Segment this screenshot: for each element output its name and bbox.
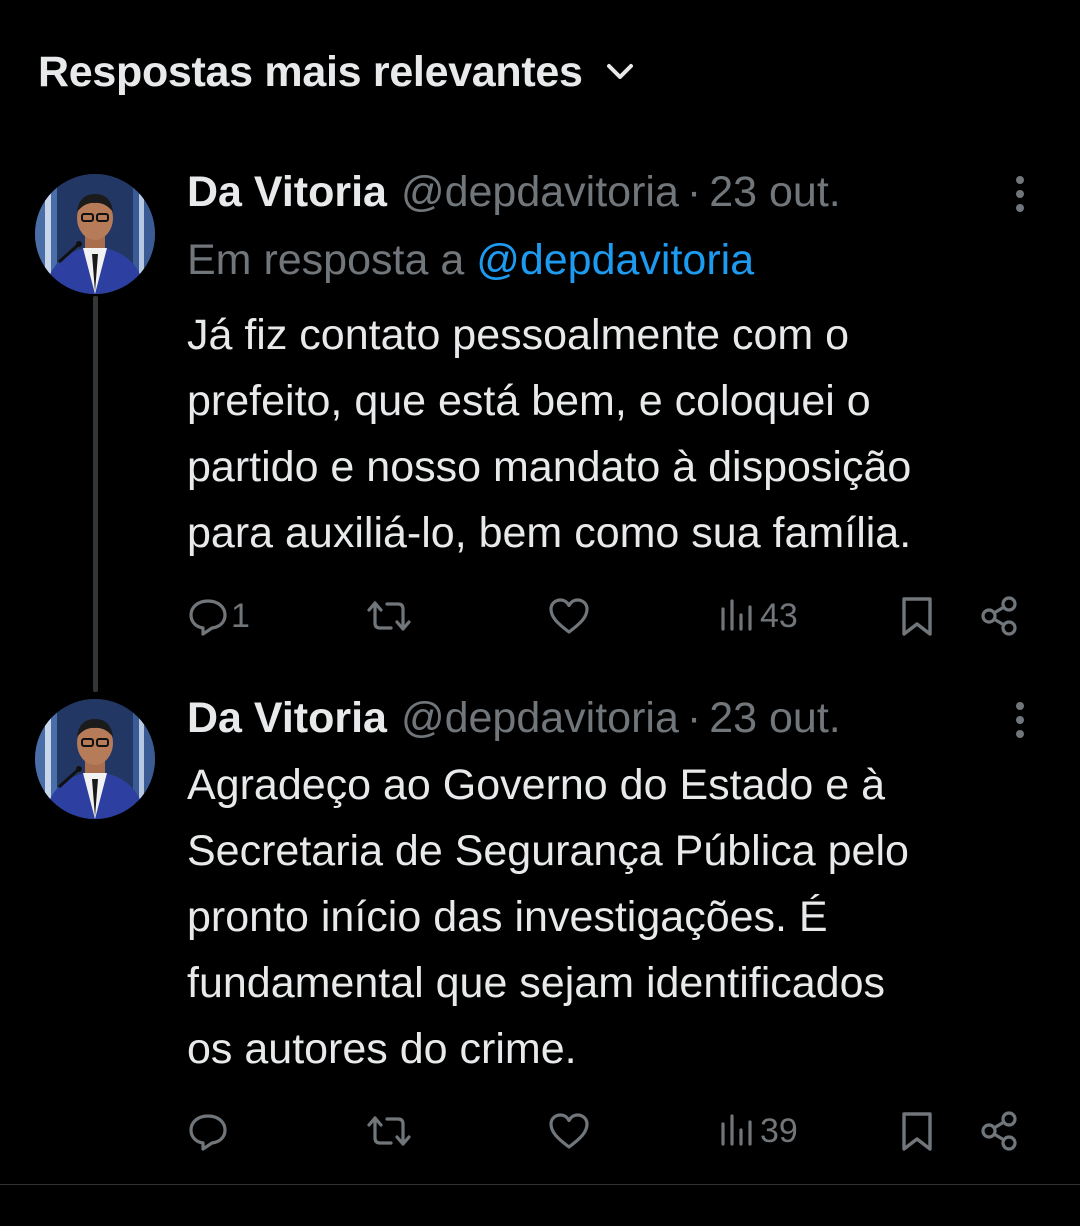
repost-icon bbox=[365, 595, 413, 637]
view-count: 43 bbox=[760, 596, 798, 635]
tweet-actions: 39 bbox=[187, 1103, 1037, 1159]
repost-button[interactable] bbox=[365, 1103, 415, 1159]
avatar[interactable] bbox=[35, 174, 155, 294]
views-chart-icon bbox=[718, 595, 758, 637]
reply-prefix: Em resposta a bbox=[187, 236, 465, 284]
bookmark-button[interactable] bbox=[898, 588, 936, 644]
like-button[interactable] bbox=[547, 588, 593, 644]
tweet-date[interactable]: 23 out. bbox=[709, 694, 841, 743]
views-button[interactable]: 43 bbox=[718, 588, 798, 644]
sort-replies-dropdown[interactable]: Respostas mais relevantes bbox=[38, 40, 635, 104]
display-name[interactable]: Da Vitoria bbox=[187, 168, 387, 217]
user-handle[interactable]: @depdavitoria bbox=[401, 694, 679, 743]
bottom-divider bbox=[0, 1184, 1080, 1185]
user-handle[interactable]: @depdavitoria bbox=[401, 168, 679, 217]
repost-icon bbox=[365, 1110, 413, 1152]
bookmark-icon bbox=[898, 1109, 936, 1153]
separator-dot: · bbox=[686, 693, 702, 742]
reply-mention-link[interactable]: @depdavitoria bbox=[476, 236, 754, 284]
tweet-header: Da Vitoria @depdavitoria · 23 out. bbox=[187, 164, 841, 220]
heart-icon bbox=[547, 595, 591, 637]
separator-dot: · bbox=[686, 167, 702, 216]
share-button[interactable] bbox=[977, 588, 1021, 644]
heart-icon bbox=[547, 1110, 591, 1152]
reply-icon bbox=[187, 1110, 229, 1152]
like-button[interactable] bbox=[547, 1103, 593, 1159]
avatar[interactable] bbox=[35, 699, 155, 819]
more-options-button[interactable] bbox=[1000, 168, 1040, 224]
bookmark-button[interactable] bbox=[898, 1103, 936, 1159]
share-icon bbox=[977, 594, 1021, 638]
view-count: 39 bbox=[760, 1111, 798, 1150]
reply-count: 1 bbox=[231, 596, 250, 635]
more-vertical-icon bbox=[1014, 174, 1026, 219]
share-button[interactable] bbox=[977, 1103, 1021, 1159]
thread-connector-line bbox=[93, 296, 98, 692]
display-name[interactable]: Da Vitoria bbox=[187, 694, 387, 743]
repost-button[interactable] bbox=[365, 588, 415, 644]
sort-label: Respostas mais relevantes bbox=[38, 47, 583, 96]
tweet-text: Já fiz contato pessoalmente com o prefei… bbox=[187, 311, 912, 557]
reply-button[interactable] bbox=[187, 1103, 231, 1159]
tweet-actions: 1 43 bbox=[187, 588, 1037, 644]
tweet-header: Da Vitoria @depdavitoria · 23 out. bbox=[187, 690, 841, 746]
tweet-text: Agradeço ao Governo do Estado e à Secret… bbox=[187, 761, 909, 1073]
more-options-button[interactable] bbox=[1000, 694, 1040, 750]
views-button[interactable]: 39 bbox=[718, 1103, 798, 1159]
reply-context: Em resposta a @depdavitoria bbox=[187, 236, 754, 285]
more-vertical-icon bbox=[1014, 700, 1026, 745]
views-chart-icon bbox=[718, 1110, 758, 1152]
reply-button[interactable]: 1 bbox=[187, 588, 250, 644]
bookmark-icon bbox=[898, 594, 936, 638]
chevron-down-icon bbox=[605, 62, 635, 82]
tweet-date[interactable]: 23 out. bbox=[709, 168, 841, 217]
reply-icon bbox=[187, 595, 229, 637]
share-icon bbox=[977, 1109, 1021, 1153]
